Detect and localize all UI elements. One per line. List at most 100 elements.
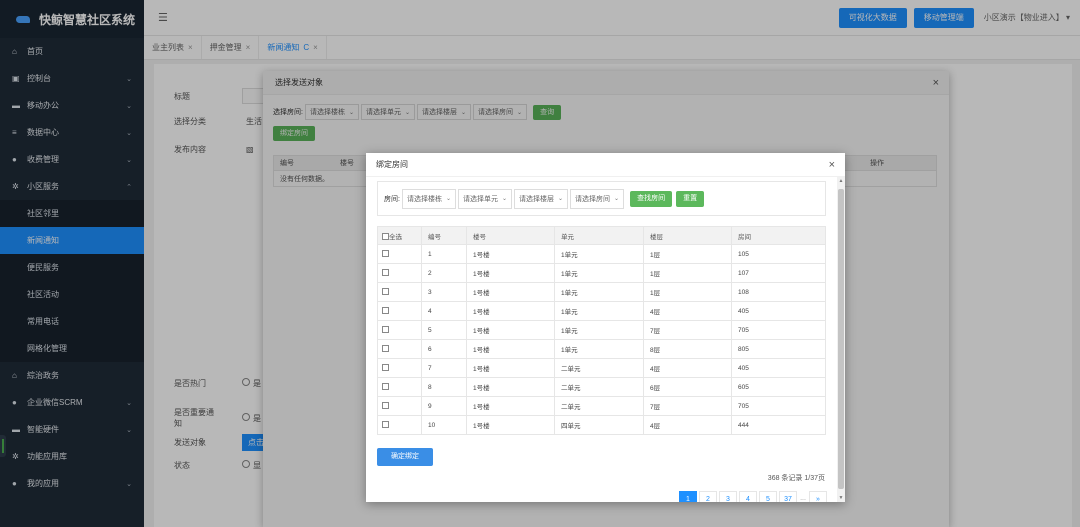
select-text: 请选择房间 — [575, 195, 611, 203]
cell-building: 1号楼 — [466, 282, 555, 302]
close-icon[interactable]: × — [829, 159, 835, 171]
scrollbar[interactable]: ▲ ▼ — [837, 177, 845, 502]
cell-number: 1 — [421, 244, 467, 264]
table-row[interactable]: 8 1号楼 二单元 6层 605 — [377, 377, 826, 397]
page-button[interactable]: 37 — [779, 491, 797, 502]
checkbox-icon[interactable] — [382, 402, 389, 410]
cell-number: 10 — [421, 415, 467, 435]
cell-floor: 4层 — [643, 415, 732, 435]
row-select[interactable] — [377, 358, 422, 378]
page-button[interactable]: 5 — [759, 491, 777, 502]
select-text: 请选择单元 — [462, 195, 498, 203]
select-text: 请选择楼栋 — [406, 195, 442, 203]
cell-building: 1号楼 — [466, 244, 555, 264]
cell-unit: 1单元 — [554, 263, 644, 283]
cell-building: 1号楼 — [466, 339, 555, 359]
cell-room: 805 — [731, 339, 826, 359]
row-select[interactable] — [377, 415, 422, 435]
row-select[interactable] — [377, 377, 422, 397]
cell-number: 8 — [421, 377, 467, 397]
row-select[interactable] — [377, 320, 422, 340]
col-number: 编号 — [421, 226, 467, 245]
building-select[interactable]: 请选择楼栋 ⌄ — [401, 188, 456, 209]
checkbox-icon[interactable] — [382, 364, 389, 372]
chevron-down-icon: ⌄ — [445, 196, 451, 202]
cell-floor: 8层 — [643, 339, 732, 359]
table-row[interactable]: 5 1号楼 1单元 7层 705 — [377, 320, 826, 340]
page-button[interactable]: 3 — [719, 491, 737, 502]
cell-building: 1号楼 — [466, 320, 555, 340]
cell-unit: 1单元 — [554, 339, 644, 359]
cell-number: 5 — [421, 320, 467, 340]
checkbox-icon[interactable] — [382, 250, 389, 258]
cell-unit: 二单元 — [554, 396, 644, 416]
cell-unit: 1单元 — [554, 244, 644, 264]
table-row[interactable]: 6 1号楼 1单元 8层 805 — [377, 339, 826, 359]
unit-select[interactable]: 请选择单元 ⌄ — [457, 188, 513, 209]
find-room-button[interactable]: 查找房间 — [630, 190, 673, 207]
table-row[interactable]: 10 1号楼 四单元 4层 444 — [377, 415, 826, 435]
row-select[interactable] — [377, 244, 422, 264]
row-select[interactable] — [377, 396, 422, 416]
cell-floor: 4层 — [643, 301, 732, 321]
pagination: 1 2 3 4 5 37...» — [677, 491, 827, 502]
reset-button[interactable]: 重置 — [676, 190, 705, 207]
table-row[interactable]: 4 1号楼 1单元 4层 405 — [377, 301, 826, 321]
room-select[interactable]: 请选择房间 ⌄ — [570, 188, 625, 209]
row-select[interactable] — [377, 339, 422, 359]
page-button[interactable]: 4 — [739, 491, 757, 502]
cell-number: 2 — [421, 263, 467, 283]
col-building: 楼号 — [466, 226, 555, 245]
next-page-button[interactable]: » — [809, 491, 827, 502]
modal-header: 绑定房间 × — [366, 153, 845, 177]
row-select[interactable] — [377, 263, 422, 283]
row-select[interactable] — [377, 282, 422, 302]
cell-room: 444 — [731, 415, 826, 435]
row-select[interactable] — [377, 301, 422, 321]
page-ellipsis: ... — [799, 491, 807, 502]
col-floor: 楼层 — [643, 226, 732, 245]
cell-unit: 二单元 — [554, 377, 644, 397]
page-button[interactable]: 2 — [699, 491, 717, 502]
cell-floor: 7层 — [643, 320, 732, 340]
checkbox-icon[interactable] — [382, 307, 389, 315]
table-row[interactable]: 3 1号楼 1单元 1层 108 — [377, 282, 826, 302]
table-row[interactable]: 1 1号楼 1单元 1层 105 — [377, 244, 826, 264]
scrollbar-thumb[interactable] — [838, 189, 844, 489]
floor-select[interactable]: 请选择楼层 ⌄ — [514, 188, 569, 209]
cell-building: 1号楼 — [466, 377, 555, 397]
cell-room: 705 — [731, 396, 826, 416]
checkbox-icon[interactable] — [382, 326, 389, 334]
cell-unit: 四单元 — [554, 415, 644, 435]
col-unit: 单元 — [554, 226, 644, 245]
cell-number: 3 — [421, 282, 467, 302]
cell-number: 7 — [421, 358, 467, 378]
scroll-down-icon[interactable]: ▼ — [837, 495, 845, 501]
confirm-bind-button[interactable]: 确定绑定 — [377, 448, 433, 466]
checkbox-icon[interactable] — [382, 345, 389, 353]
checkbox-icon[interactable] — [382, 269, 389, 277]
cell-building: 1号楼 — [466, 301, 555, 321]
select-all-label: 全选 — [389, 233, 402, 241]
table-header: 全选 编号 楼号 单元 楼层 房间 — [377, 226, 826, 245]
col-select-all[interactable]: 全选 — [377, 226, 422, 245]
cell-room: 107 — [731, 263, 826, 283]
checkbox-icon[interactable] — [382, 421, 389, 429]
cell-unit: 1单元 — [554, 301, 644, 321]
table-row[interactable]: 2 1号楼 1单元 1层 107 — [377, 263, 826, 283]
checkbox-icon[interactable] — [382, 383, 389, 391]
cell-floor: 6层 — [643, 377, 732, 397]
cell-room: 705 — [731, 320, 826, 340]
cell-unit: 1单元 — [554, 320, 644, 340]
page-button[interactable]: 1 — [679, 491, 697, 502]
checkbox-icon[interactable] — [382, 288, 389, 296]
cell-floor: 1层 — [643, 282, 732, 302]
col-room: 房间 — [731, 226, 826, 245]
cell-room: 405 — [731, 358, 826, 378]
checkbox-icon[interactable] — [382, 233, 389, 241]
cell-building: 1号楼 — [466, 263, 555, 283]
bind-room-modal: 绑定房间 × 房间: 请选择楼栋 ⌄ 请选择单元 ⌄ 请选择楼层 ⌄ 请选择房间 ⌄ 查… — [366, 153, 845, 502]
table-row[interactable]: 7 1号楼 二单元 4层 405 — [377, 358, 826, 378]
scroll-up-icon[interactable]: ▲ — [837, 178, 845, 184]
table-row[interactable]: 9 1号楼 二单元 7层 705 — [377, 396, 826, 416]
